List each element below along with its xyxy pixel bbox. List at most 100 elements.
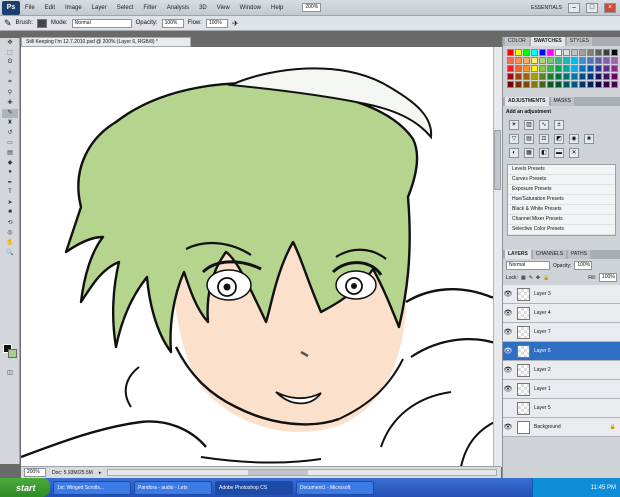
fill-field[interactable]: 100%	[599, 273, 617, 282]
preset-channel-mixer[interactable]: Channel Mixer Presets	[508, 215, 615, 225]
swatch-cell[interactable]	[507, 49, 514, 56]
photo-filter-icon[interactable]: ◉	[569, 134, 579, 144]
doc-info[interactable]: Doc: 5.93M/25.5M	[52, 470, 93, 476]
swatch-cell[interactable]	[587, 81, 594, 88]
tab-paths[interactable]: PATHS	[568, 250, 590, 259]
swatch-cell[interactable]	[571, 73, 578, 80]
swatch-cell[interactable]	[595, 81, 602, 88]
lock-all-icon[interactable]: 🔒	[543, 275, 549, 281]
swatch-cell[interactable]	[571, 49, 578, 56]
status-menu-arrow-icon[interactable]: ▸	[99, 470, 102, 476]
menu-filter[interactable]: Filter	[138, 5, 161, 11]
swatch-cell[interactable]	[603, 57, 610, 64]
swatch-cell[interactable]	[507, 57, 514, 64]
swatch-cell[interactable]	[563, 65, 570, 72]
preset-black-white[interactable]: Black & White Presets	[508, 205, 615, 215]
preset-levels[interactable]: Levels Presets	[508, 165, 615, 175]
visibility-eye-icon[interactable]: 👁	[503, 385, 513, 393]
swatch-cell[interactable]	[515, 49, 522, 56]
tab-styles[interactable]: STYLES	[566, 37, 592, 46]
swatch-cell[interactable]	[523, 65, 530, 72]
selective-color-icon[interactable]: ✕	[569, 148, 579, 158]
vibrance-icon[interactable]: ▽	[509, 134, 519, 144]
shape-tool-icon[interactable]: ■	[2, 209, 18, 218]
tab-adjustments[interactable]: ADJUSTMENTS	[505, 97, 549, 106]
swatch-cell[interactable]	[603, 65, 610, 72]
swatch-cell[interactable]	[531, 57, 538, 64]
crop-tool-icon[interactable]: ⌗	[2, 79, 18, 88]
visibility-eye-icon[interactable]: 👁	[503, 328, 513, 336]
3d-camera-tool-icon[interactable]: ◎	[2, 229, 18, 238]
swatch-cell[interactable]	[507, 73, 514, 80]
swatch-cell[interactable]	[523, 73, 530, 80]
hand-tool-icon[interactable]: ✋	[2, 239, 18, 248]
layer-row[interactable]: 👁 Layer 1	[503, 380, 620, 399]
swatch-cell[interactable]	[587, 73, 594, 80]
swatch-cell[interactable]	[515, 73, 522, 80]
swatch-cell[interactable]	[555, 81, 562, 88]
lock-position-icon[interactable]: ✥	[536, 275, 540, 281]
gradient-tool-icon[interactable]: ▤	[2, 149, 18, 158]
swatch-cell[interactable]	[547, 57, 554, 64]
swatch-cell[interactable]	[531, 65, 538, 72]
curves-icon[interactable]: ∿	[539, 120, 549, 130]
tab-swatches[interactable]: SWATCHES	[530, 37, 565, 46]
layer-opacity-field[interactable]: 100%	[574, 261, 593, 270]
layer-row[interactable]: 👁 Layer 2	[503, 361, 620, 380]
layer-row[interactable]: 👁 Layer 6	[503, 342, 620, 361]
hue-saturation-icon[interactable]: ▤	[524, 134, 534, 144]
swatch-cell[interactable]	[611, 57, 618, 64]
zoom-select[interactable]: 200%	[302, 3, 322, 12]
visibility-eye-icon[interactable]: 👁	[503, 347, 513, 355]
background-color[interactable]	[8, 349, 17, 358]
blend-mode-select[interactable]: Normal	[506, 261, 550, 270]
swatch-cell[interactable]	[515, 57, 522, 64]
quick-select-tool-icon[interactable]: ✧	[2, 69, 18, 78]
move-tool-icon[interactable]: ✥	[2, 39, 18, 48]
levels-icon[interactable]: ▥	[524, 120, 534, 130]
menu-file[interactable]: File	[20, 5, 40, 11]
preset-curves[interactable]: Curves Presets	[508, 175, 615, 185]
path-select-tool-icon[interactable]: ➤	[2, 199, 18, 208]
swatch-cell[interactable]	[563, 81, 570, 88]
swatch-cell[interactable]	[579, 81, 586, 88]
layer-row[interactable]: Layer 5	[503, 399, 620, 418]
swatch-cell[interactable]	[571, 57, 578, 64]
menu-help[interactable]: Help	[266, 5, 288, 11]
lock-transparency-icon[interactable]: ▦	[521, 275, 526, 281]
swatch-cell[interactable]	[531, 81, 538, 88]
black-white-icon[interactable]: ◩	[554, 134, 564, 144]
blur-tool-icon[interactable]: ◆	[2, 159, 18, 168]
swatch-cell[interactable]	[587, 49, 594, 56]
swatch-cell[interactable]	[595, 73, 602, 80]
clock[interactable]: 11:45 PM	[591, 485, 616, 491]
task-button-4[interactable]: Document1 - Microsoft	[296, 480, 374, 495]
tab-layers[interactable]: LAYERS	[505, 250, 531, 259]
swatch-cell[interactable]	[515, 81, 522, 88]
quick-mask-icon[interactable]: ◫	[2, 369, 18, 378]
mode-select[interactable]: Normal	[71, 18, 132, 28]
swatch-cell[interactable]	[571, 65, 578, 72]
swatch-cell[interactable]	[507, 81, 514, 88]
swatch-cell[interactable]	[603, 81, 610, 88]
swatch-cell[interactable]	[603, 73, 610, 80]
swatch-cell[interactable]	[611, 81, 618, 88]
vertical-scroll-thumb[interactable]	[494, 130, 501, 190]
tab-masks[interactable]: MASKS	[550, 97, 575, 106]
swatch-cell[interactable]	[595, 65, 602, 72]
swatch-cell[interactable]	[555, 73, 562, 80]
menu-image[interactable]: Image	[60, 5, 87, 11]
invert-icon[interactable]: ◐	[509, 148, 519, 158]
brush-preset-picker[interactable]	[36, 18, 47, 28]
start-button[interactable]: start	[0, 478, 50, 497]
eraser-tool-icon[interactable]: ▭	[2, 139, 18, 148]
swatch-cell[interactable]	[563, 73, 570, 80]
restore-button[interactable]: □	[586, 2, 598, 13]
minimize-button[interactable]: –	[568, 2, 580, 13]
swatch-cell[interactable]	[531, 49, 538, 56]
swatch-cell[interactable]	[523, 57, 530, 64]
document-canvas[interactable]	[21, 47, 501, 467]
healing-tool-icon[interactable]: ✚	[2, 99, 18, 108]
lock-pixels-icon[interactable]: ✎	[529, 275, 533, 281]
dodge-tool-icon[interactable]: ●	[2, 169, 18, 178]
